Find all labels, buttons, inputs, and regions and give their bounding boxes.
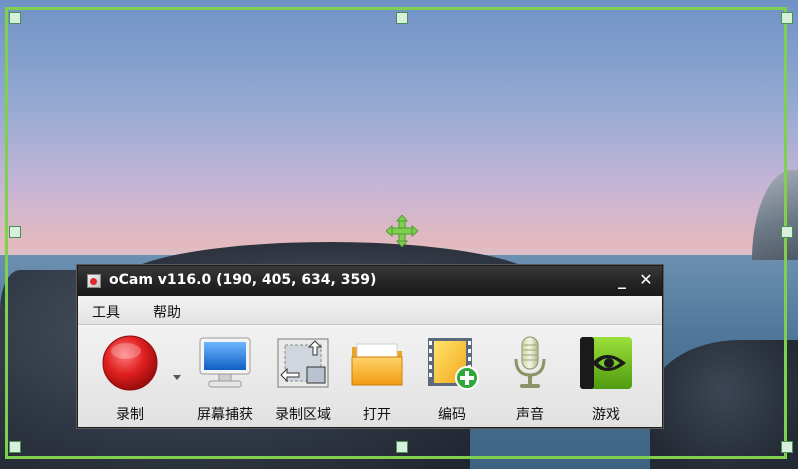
resize-handle-left[interactable] xyxy=(9,226,21,238)
record-icon xyxy=(102,335,158,391)
record-area-button[interactable]: 录制区域 xyxy=(267,331,339,423)
resize-handle-bottom[interactable] xyxy=(396,441,408,453)
record-button[interactable]: 录制 xyxy=(94,331,166,423)
window-title: oCam v116.0 (190, 405, 634, 359) xyxy=(109,272,377,288)
open-label: 打开 xyxy=(363,407,391,423)
minimize-button[interactable]: _ xyxy=(612,270,632,290)
game-button[interactable]: 游戏 xyxy=(570,331,642,423)
menu-bar: 工具 帮助 xyxy=(78,296,662,325)
nvidia-icon xyxy=(580,337,632,389)
folder-icon xyxy=(351,343,403,386)
record-area-label: 录制区域 xyxy=(275,407,331,423)
sound-label: 声音 xyxy=(516,407,544,423)
open-button[interactable]: 打开 xyxy=(341,331,413,423)
microphone-icon xyxy=(514,336,546,388)
film-add-icon xyxy=(428,338,479,390)
sound-button[interactable]: 声音 xyxy=(494,331,566,423)
resize-handle-top[interactable] xyxy=(396,12,408,24)
menu-tools[interactable]: 工具 xyxy=(92,302,120,322)
resize-handle-top-left[interactable] xyxy=(9,12,21,24)
ocam-app-icon xyxy=(87,274,101,288)
close-button[interactable]: ✕ xyxy=(636,270,656,290)
encode-button[interactable]: 编码 xyxy=(416,331,488,423)
chevron-down-icon[interactable] xyxy=(173,375,181,381)
screen-capture-label: 屏幕捕获 xyxy=(197,407,253,423)
resize-handle-right[interactable] xyxy=(781,226,793,238)
title-bar[interactable]: oCam v116.0 (190, 405, 634, 359) _ ✕ xyxy=(78,266,662,296)
game-label: 游戏 xyxy=(592,407,620,423)
resize-handle-top-right[interactable] xyxy=(781,12,793,24)
resize-handle-bottom-right[interactable] xyxy=(781,441,793,453)
move-crosshair-icon[interactable] xyxy=(386,215,418,247)
resize-region-icon xyxy=(277,338,329,388)
record-label: 录制 xyxy=(116,407,144,423)
screen-capture-button[interactable]: 屏幕捕获 xyxy=(189,331,261,423)
menu-help[interactable]: 帮助 xyxy=(153,302,181,322)
encode-label: 编码 xyxy=(438,407,466,423)
monitor-icon xyxy=(199,337,251,388)
ocam-window: oCam v116.0 (190, 405, 634, 359) _ ✕ 工具 … xyxy=(77,265,663,428)
toolbar: 录制 屏幕捕获 录制区域 打开 编码 声音 游戏 xyxy=(78,325,662,427)
resize-handle-bottom-left[interactable] xyxy=(9,441,21,453)
